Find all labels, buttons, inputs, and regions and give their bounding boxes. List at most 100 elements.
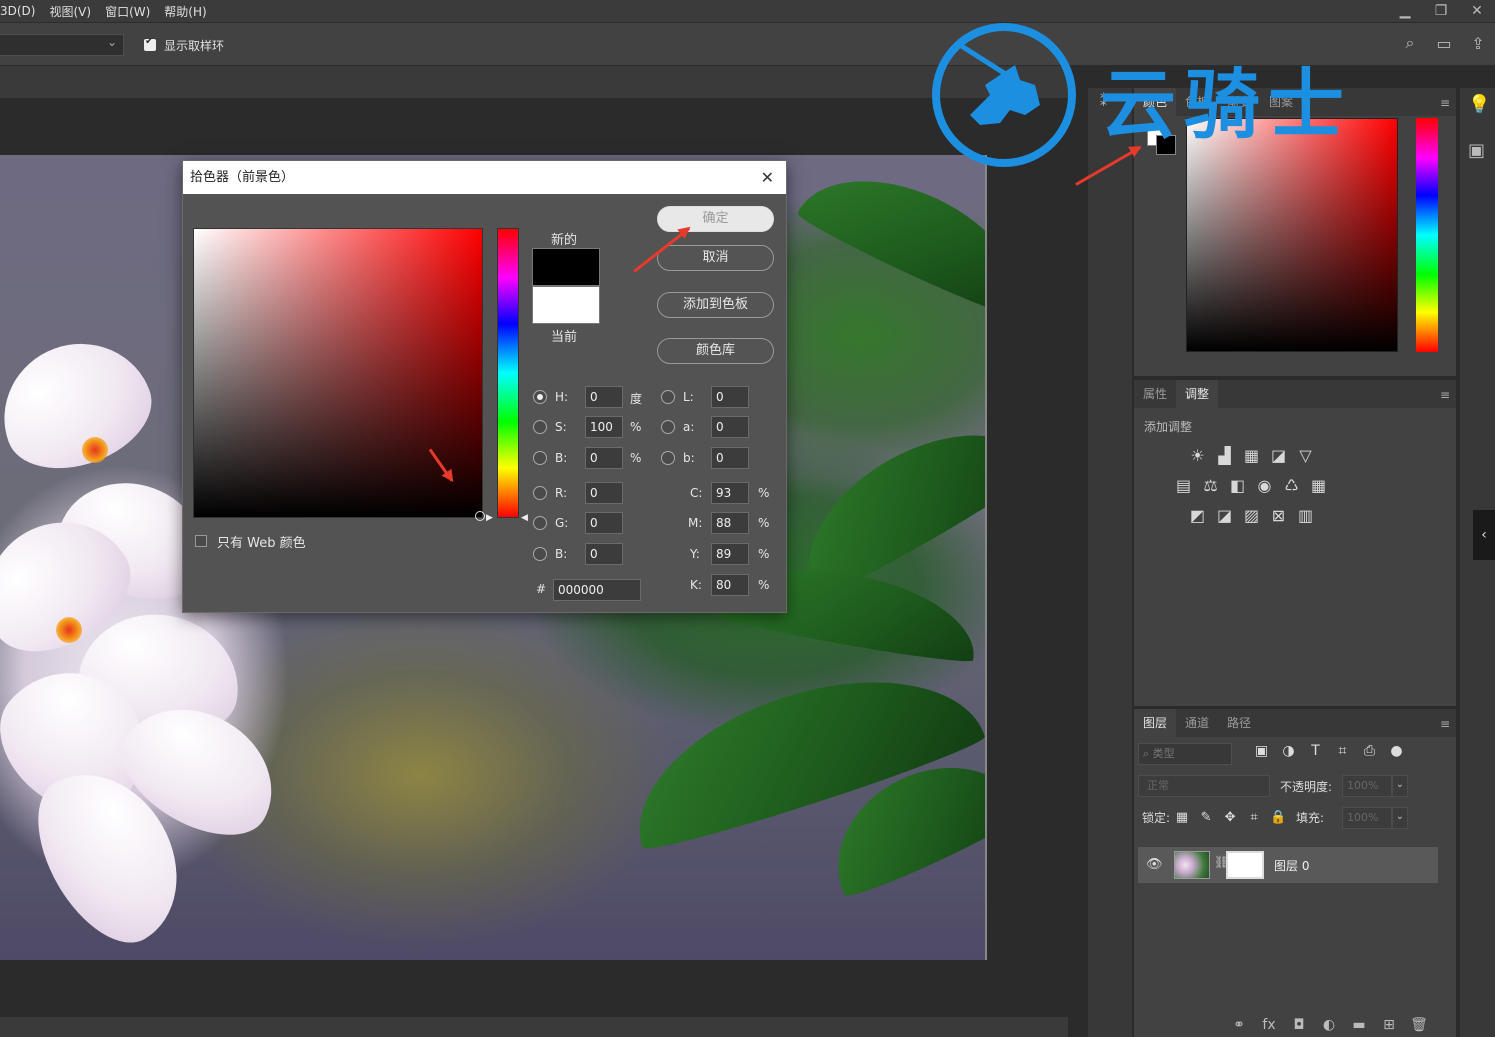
fill-dropdown-icon[interactable]: ⌄ <box>1392 807 1408 829</box>
h-radio[interactable] <box>533 390 547 404</box>
opacity-dropdown-icon[interactable]: ⌄ <box>1392 775 1408 797</box>
add-mask-icon[interactable]: ◘ <box>1284 1017 1314 1033</box>
learn-bulb-icon[interactable]: 💡 <box>1468 94 1490 115</box>
tab-paths[interactable]: 路径 <box>1218 709 1260 737</box>
r-radio[interactable] <box>533 486 547 500</box>
menu-help[interactable]: 帮助(H) <box>164 3 206 20</box>
hex-input[interactable]: 000000 <box>553 579 641 601</box>
horizontal-scrollbar[interactable] <box>0 1017 1068 1037</box>
cancel-button[interactable]: 取消 <box>657 245 774 271</box>
color-libraries-button[interactable]: 颜色库 <box>657 338 774 364</box>
lock-position-icon[interactable]: ✥ <box>1218 810 1242 825</box>
new-adjustment-icon[interactable]: ◐ <box>1314 1017 1344 1033</box>
opacity-input[interactable]: 100% <box>1342 775 1392 797</box>
tab-channels[interactable]: 通道 <box>1176 709 1218 737</box>
leaf-shape <box>794 155 987 322</box>
layer-style-icon[interactable]: fx <box>1254 1017 1284 1033</box>
blue-input[interactable]: 0 <box>585 543 623 565</box>
black-white-icon[interactable]: ◧ <box>1224 476 1251 495</box>
shape-filter-icon[interactable]: ⌗ <box>1329 743 1356 759</box>
link-layers-icon[interactable]: ⚭ <box>1224 1017 1254 1033</box>
lock-transparent-icon[interactable]: ▦ <box>1170 810 1194 825</box>
libraries-icon[interactable]: ▣ <box>1468 140 1485 161</box>
lab-b-radio[interactable] <box>661 451 675 465</box>
filter-toggle-icon[interactable]: ● <box>1383 743 1410 759</box>
visibility-eye-icon[interactable]: 👁 <box>1146 857 1163 872</box>
panel-menu-icon[interactable]: ≡ <box>1440 388 1450 402</box>
pixel-filter-icon[interactable]: ▣ <box>1248 743 1275 759</box>
levels-icon[interactable]: ▟ <box>1211 446 1238 465</box>
brightness-input[interactable]: 0 <box>585 447 623 469</box>
m-input[interactable]: 88 <box>711 512 749 534</box>
adjustment-filter-icon[interactable]: ◑ <box>1275 743 1302 759</box>
s-radio[interactable] <box>533 420 547 434</box>
ok-button[interactable]: 确定 <box>657 206 774 232</box>
photo-filter-icon[interactable]: ◉ <box>1251 476 1278 495</box>
type-filter-icon[interactable]: T <box>1302 743 1329 759</box>
tab-properties[interactable]: 属性 <box>1134 380 1176 408</box>
share-icon[interactable]: ⇪ <box>1461 34 1495 53</box>
current-color-swatch[interactable] <box>532 286 600 324</box>
brightness-icon[interactable]: ☀ <box>1184 446 1211 465</box>
g-input[interactable]: 0 <box>585 512 623 534</box>
c-input[interactable]: 93 <box>711 482 749 504</box>
tab-adjustments[interactable]: 调整 <box>1176 380 1219 408</box>
sample-size-dropdown[interactable] <box>0 34 124 56</box>
blue-radio[interactable] <box>533 547 547 561</box>
field-marker[interactable] <box>475 511 485 521</box>
fill-input[interactable]: 100% <box>1342 807 1392 829</box>
smart-object-filter-icon[interactable]: ⎙ <box>1356 743 1383 759</box>
panel-menu-icon[interactable]: ≡ <box>1440 717 1450 731</box>
g-radio[interactable] <box>533 516 547 530</box>
hue-slider-handle-left[interactable]: ▶ <box>486 513 493 523</box>
y-input[interactable]: 89 <box>711 543 749 565</box>
invert-icon[interactable]: ◩ <box>1184 506 1211 525</box>
hue-slider-handle-right[interactable]: ◀ <box>521 513 528 523</box>
curves-icon[interactable]: ▦ <box>1238 446 1265 465</box>
k-input[interactable]: 80 <box>711 574 749 596</box>
channel-mixer-icon[interactable]: ♺ <box>1278 476 1305 495</box>
lab-b-input[interactable]: 0 <box>711 447 749 469</box>
show-sampling-ring-checkbox[interactable] <box>144 36 156 51</box>
delete-layer-icon[interactable]: 🗑 <box>1404 1017 1434 1033</box>
hue-slider[interactable] <box>497 228 519 518</box>
vibrance-icon[interactable]: ▽ <box>1292 446 1319 465</box>
hue-saturation-icon[interactable]: ▤ <box>1170 476 1197 495</box>
menu-view[interactable]: 视图(V) <box>49 3 91 20</box>
s-input[interactable]: 100 <box>585 416 623 438</box>
layer-filter-dropdown[interactable]: ⌕ 类型 <box>1138 743 1232 765</box>
threshold-icon[interactable]: ▨ <box>1238 506 1265 525</box>
new-group-icon[interactable]: ▬ <box>1344 1017 1374 1033</box>
a-radio[interactable] <box>661 420 675 434</box>
color-balance-icon[interactable]: ⚖ <box>1197 476 1224 495</box>
close-icon[interactable]: ✕ <box>1459 3 1495 19</box>
tab-layers[interactable]: 图层 <box>1134 709 1177 737</box>
layer-name[interactable]: 图层 0 <box>1274 857 1309 874</box>
lock-image-icon[interactable]: ✎ <box>1194 810 1218 825</box>
layer-row[interactable]: 👁 ⛓ 图层 0 <box>1138 847 1438 883</box>
a-input[interactable]: 0 <box>711 416 749 438</box>
layer-mask-thumbnail[interactable] <box>1226 851 1264 879</box>
brightness-radio[interactable] <box>533 451 547 465</box>
selective-color-icon[interactable]: ⊠ <box>1265 506 1292 525</box>
lock-artboard-icon[interactable]: ⌗ <box>1242 810 1266 825</box>
r-input[interactable]: 0 <box>585 482 623 504</box>
new-layer-icon[interactable]: ⊞ <box>1374 1017 1404 1033</box>
close-icon[interactable]: ✕ <box>761 161 774 194</box>
l-input[interactable]: 0 <box>711 386 749 408</box>
exposure-icon[interactable]: ◪ <box>1265 446 1292 465</box>
web-colors-only-checkbox[interactable] <box>195 535 207 547</box>
posterize-icon[interactable]: ◪ <box>1211 506 1238 525</box>
h-input[interactable]: 0 <box>585 386 623 408</box>
blend-mode-select[interactable]: 正常 <box>1138 775 1270 797</box>
gradient-map-icon[interactable]: ▥ <box>1292 506 1319 525</box>
add-to-swatches-button[interactable]: 添加到色板 <box>657 292 774 318</box>
color-lookup-icon[interactable]: ▦ <box>1305 476 1332 495</box>
lock-all-icon[interactable]: 🔒 <box>1266 810 1290 825</box>
menu-window[interactable]: 窗口(W) <box>105 3 150 20</box>
l-radio[interactable] <box>661 390 675 404</box>
saturation-brightness-field[interactable] <box>193 228 483 518</box>
menu-3d[interactable]: 3D(D) <box>0 4 35 18</box>
collapse-panel-arrow-icon[interactable]: ‹ <box>1473 510 1495 560</box>
y-label: Y: <box>690 547 700 561</box>
